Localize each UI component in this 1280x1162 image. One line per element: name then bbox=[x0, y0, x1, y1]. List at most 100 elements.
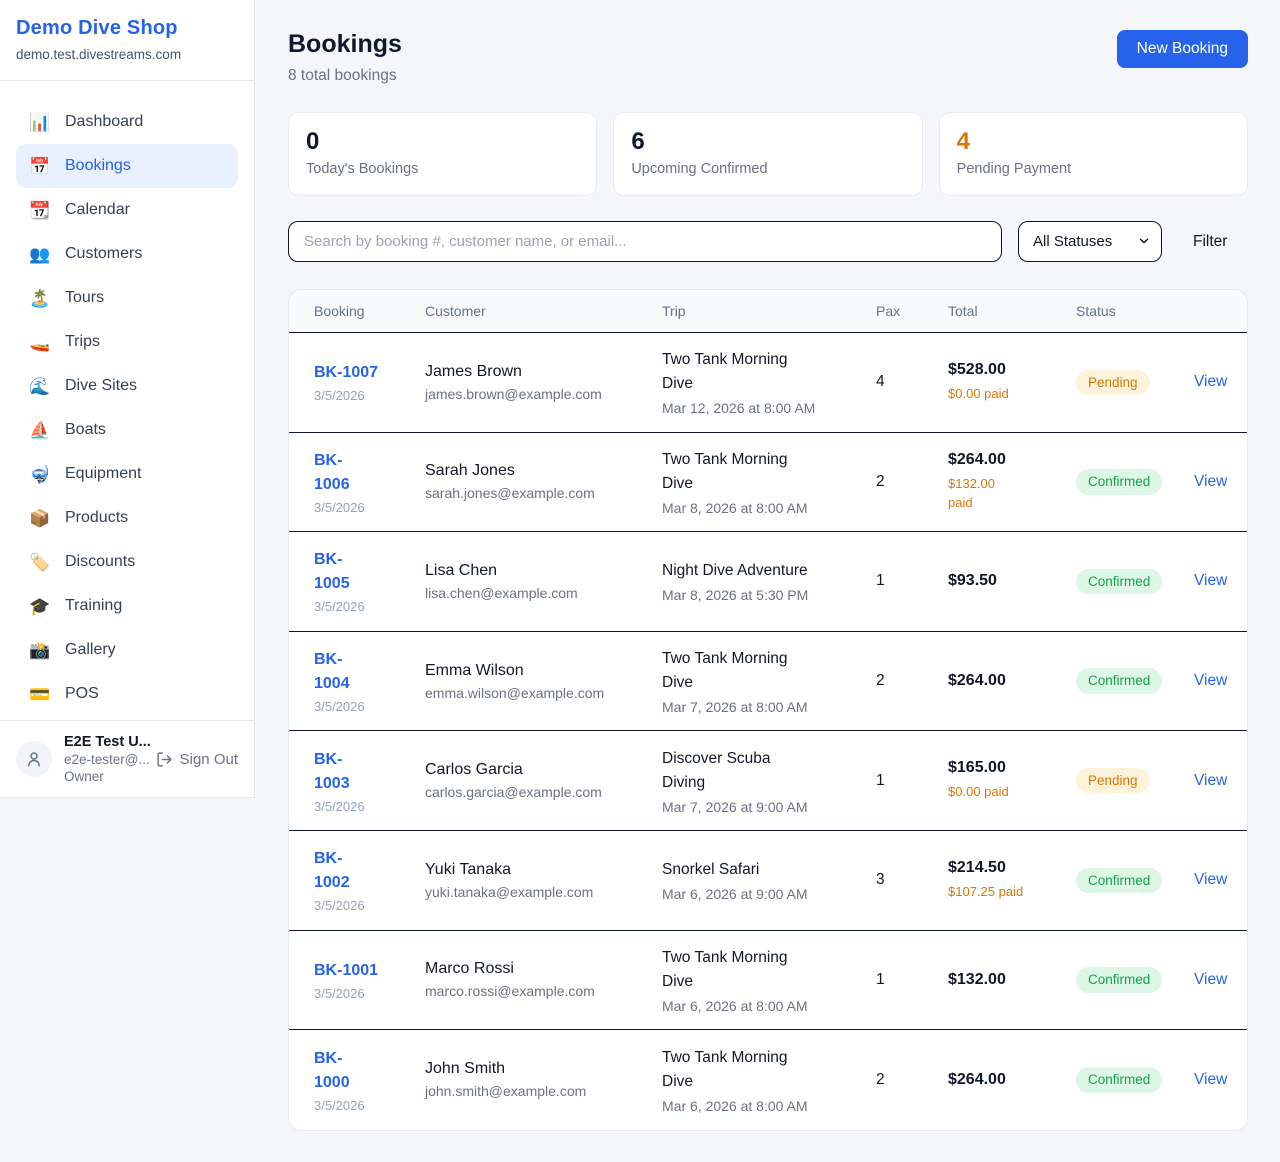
total-cell: $165.00 $0.00 paid bbox=[948, 759, 1076, 802]
booking-number-link[interactable]: BK- 1004 bbox=[314, 648, 350, 696]
booking-date: 3/5/2026 bbox=[314, 986, 417, 1001]
view-link[interactable]: View bbox=[1194, 672, 1227, 689]
trip-date: Mar 8, 2026 at 5:30 PM bbox=[662, 587, 868, 603]
booking-number-link[interactable]: BK- 1002 bbox=[314, 847, 350, 895]
sidebar-item-products[interactable]: 📦 Products bbox=[16, 496, 238, 540]
customer-name: Yuki Tanaka bbox=[425, 861, 654, 879]
customer-name: John Smith bbox=[425, 1060, 654, 1078]
status-cell: Confirmed bbox=[1076, 1067, 1194, 1093]
column-header-trip: Trip bbox=[662, 303, 876, 319]
total-amount: $132.00 bbox=[948, 971, 1068, 989]
sidebar-item-pos[interactable]: 💳 POS bbox=[16, 672, 238, 716]
status-select[interactable]: All Statuses bbox=[1018, 221, 1162, 262]
sidebar-item-equipment[interactable]: 🤿 Equipment bbox=[16, 452, 238, 496]
booking-cell: BK- 1005 3/5/2026 bbox=[314, 548, 425, 614]
new-booking-button[interactable]: New Booking bbox=[1117, 30, 1248, 68]
customer-email: james.brown@example.com bbox=[425, 386, 654, 402]
booking-cell: BK- 1003 3/5/2026 bbox=[314, 748, 425, 814]
view-link[interactable]: View bbox=[1194, 373, 1227, 390]
customer-email: john.smith@example.com bbox=[425, 1083, 654, 1099]
total-cell: $264.00 $132.00 paid bbox=[948, 451, 1076, 513]
sidebar-item-training[interactable]: 🎓 Training bbox=[16, 584, 238, 628]
view-link[interactable]: View bbox=[1194, 772, 1227, 789]
brand-name: Demo Dive Shop bbox=[16, 17, 238, 40]
action-cell: View bbox=[1194, 772, 1222, 790]
sidebar-item-label: Calendar bbox=[65, 201, 130, 219]
user-role: Owner bbox=[64, 769, 151, 784]
view-link[interactable]: View bbox=[1194, 572, 1227, 589]
view-link[interactable]: View bbox=[1194, 473, 1227, 490]
total-cell: $528.00 $0.00 paid bbox=[948, 361, 1076, 404]
sidebar-nav: 📊 Dashboard 📅 Bookings 📆 Calendar 👥 Cust… bbox=[0, 81, 254, 716]
stat-label: Upcoming Confirmed bbox=[631, 161, 904, 177]
page-header-text: Bookings 8 total bookings bbox=[288, 30, 402, 85]
total-amount: $214.50 bbox=[948, 859, 1068, 877]
trip-title: Two Tank Morning Dive bbox=[662, 448, 868, 496]
trip-title: Snorkel Safari bbox=[662, 858, 868, 882]
column-header-pax: Pax bbox=[876, 303, 948, 319]
sidebar-item-trips[interactable]: 🚤 Trips bbox=[16, 320, 238, 364]
user-avatar-icon bbox=[25, 750, 43, 768]
customer-cell: Carlos Garcia carlos.garcia@example.com bbox=[425, 761, 662, 800]
sidebar-item-discounts[interactable]: 🏷️ Discounts bbox=[16, 540, 238, 584]
table-header-row: BookingCustomerTripPaxTotalStatus bbox=[289, 290, 1247, 333]
view-link[interactable]: View bbox=[1194, 971, 1227, 988]
sign-out-icon bbox=[156, 751, 173, 768]
filter-button[interactable]: Filter bbox=[1185, 225, 1235, 259]
booking-number-link[interactable]: BK- 1006 bbox=[314, 449, 350, 497]
trip-date: Mar 6, 2026 at 9:00 AM bbox=[662, 886, 868, 902]
brand-block: Demo Dive Shop demo.test.divestreams.com bbox=[0, 0, 254, 81]
stat-label: Pending Payment bbox=[957, 161, 1230, 177]
table-row: BK- 1006 3/5/2026 Sarah Jones sarah.jone… bbox=[289, 433, 1247, 533]
customer-name: Emma Wilson bbox=[425, 662, 654, 680]
sidebar-item-label: Equipment bbox=[65, 465, 142, 483]
sidebar-item-gallery[interactable]: 📸 Gallery bbox=[16, 628, 238, 672]
sidebar-item-label: Boats bbox=[65, 421, 106, 439]
sidebar-item-customers[interactable]: 👥 Customers bbox=[16, 232, 238, 276]
table-row: BK- 1002 3/5/2026 Yuki Tanaka yuki.tanak… bbox=[289, 831, 1247, 931]
total-cell: $264.00 bbox=[948, 1071, 1076, 1089]
search-input[interactable] bbox=[288, 221, 1002, 262]
sidebar-item-label: Products bbox=[65, 509, 128, 527]
booking-number-link[interactable]: BK- 1000 bbox=[314, 1047, 350, 1095]
customer-email: emma.wilson@example.com bbox=[425, 685, 654, 701]
sidebar-item-tours[interactable]: 🏝️ Tours bbox=[16, 276, 238, 320]
sidebar-item-label: Tours bbox=[65, 289, 104, 307]
status-cell: Confirmed bbox=[1076, 967, 1194, 993]
booking-cell: BK- 1006 3/5/2026 bbox=[314, 449, 425, 515]
sidebar-item-bookings[interactable]: 📅 Bookings bbox=[16, 144, 238, 188]
trip-date: Mar 8, 2026 at 8:00 AM bbox=[662, 500, 868, 516]
pax-cell: 2 bbox=[876, 1071, 948, 1089]
trip-date: Mar 6, 2026 at 8:00 AM bbox=[662, 1098, 868, 1114]
table-row: BK-1007 3/5/2026 James Brown james.brown… bbox=[289, 333, 1247, 433]
view-link[interactable]: View bbox=[1194, 871, 1227, 888]
pax-cell: 4 bbox=[876, 373, 948, 391]
sidebar-item-dive-sites[interactable]: 🌊 Dive Sites bbox=[16, 364, 238, 408]
total-amount: $264.00 bbox=[948, 672, 1068, 690]
customer-email: yuki.tanaka@example.com bbox=[425, 884, 654, 900]
booking-cell: BK-1007 3/5/2026 bbox=[314, 361, 425, 403]
sign-out-button[interactable]: Sign Out bbox=[156, 751, 238, 768]
customer-cell: Lisa Chen lisa.chen@example.com bbox=[425, 562, 662, 601]
trip-cell: Two Tank Morning Dive Mar 12, 2026 at 8:… bbox=[662, 348, 876, 416]
tear-off-calendar-icon: 📆 bbox=[28, 202, 52, 219]
table-row: BK- 1000 3/5/2026 John Smith john.smith@… bbox=[289, 1030, 1247, 1130]
booking-number-link[interactable]: BK- 1005 bbox=[314, 548, 350, 596]
paid-amount: $0.00 paid bbox=[948, 782, 1068, 802]
booking-number-link[interactable]: BK- 1003 bbox=[314, 748, 350, 796]
action-cell: View bbox=[1194, 572, 1222, 590]
sidebar-item-boats[interactable]: ⛵ Boats bbox=[16, 408, 238, 452]
table-body: BK-1007 3/5/2026 James Brown james.brown… bbox=[289, 333, 1247, 1130]
status-badge: Confirmed bbox=[1076, 469, 1162, 495]
booking-number-link[interactable]: BK-1001 bbox=[314, 959, 378, 983]
customer-cell: Marco Rossi marco.rossi@example.com bbox=[425, 960, 662, 999]
sidebar-item-calendar[interactable]: 📆 Calendar bbox=[16, 188, 238, 232]
status-badge: Pending bbox=[1076, 370, 1150, 396]
filter-row: All Statuses Filter bbox=[288, 221, 1248, 262]
booking-number-link[interactable]: BK-1007 bbox=[314, 361, 378, 385]
status-badge: Confirmed bbox=[1076, 668, 1162, 694]
booking-cell: BK- 1000 3/5/2026 bbox=[314, 1047, 425, 1113]
view-link[interactable]: View bbox=[1194, 1071, 1227, 1088]
sidebar-item-dashboard[interactable]: 📊 Dashboard bbox=[16, 100, 238, 144]
graduation-cap-icon: 🎓 bbox=[28, 598, 52, 615]
